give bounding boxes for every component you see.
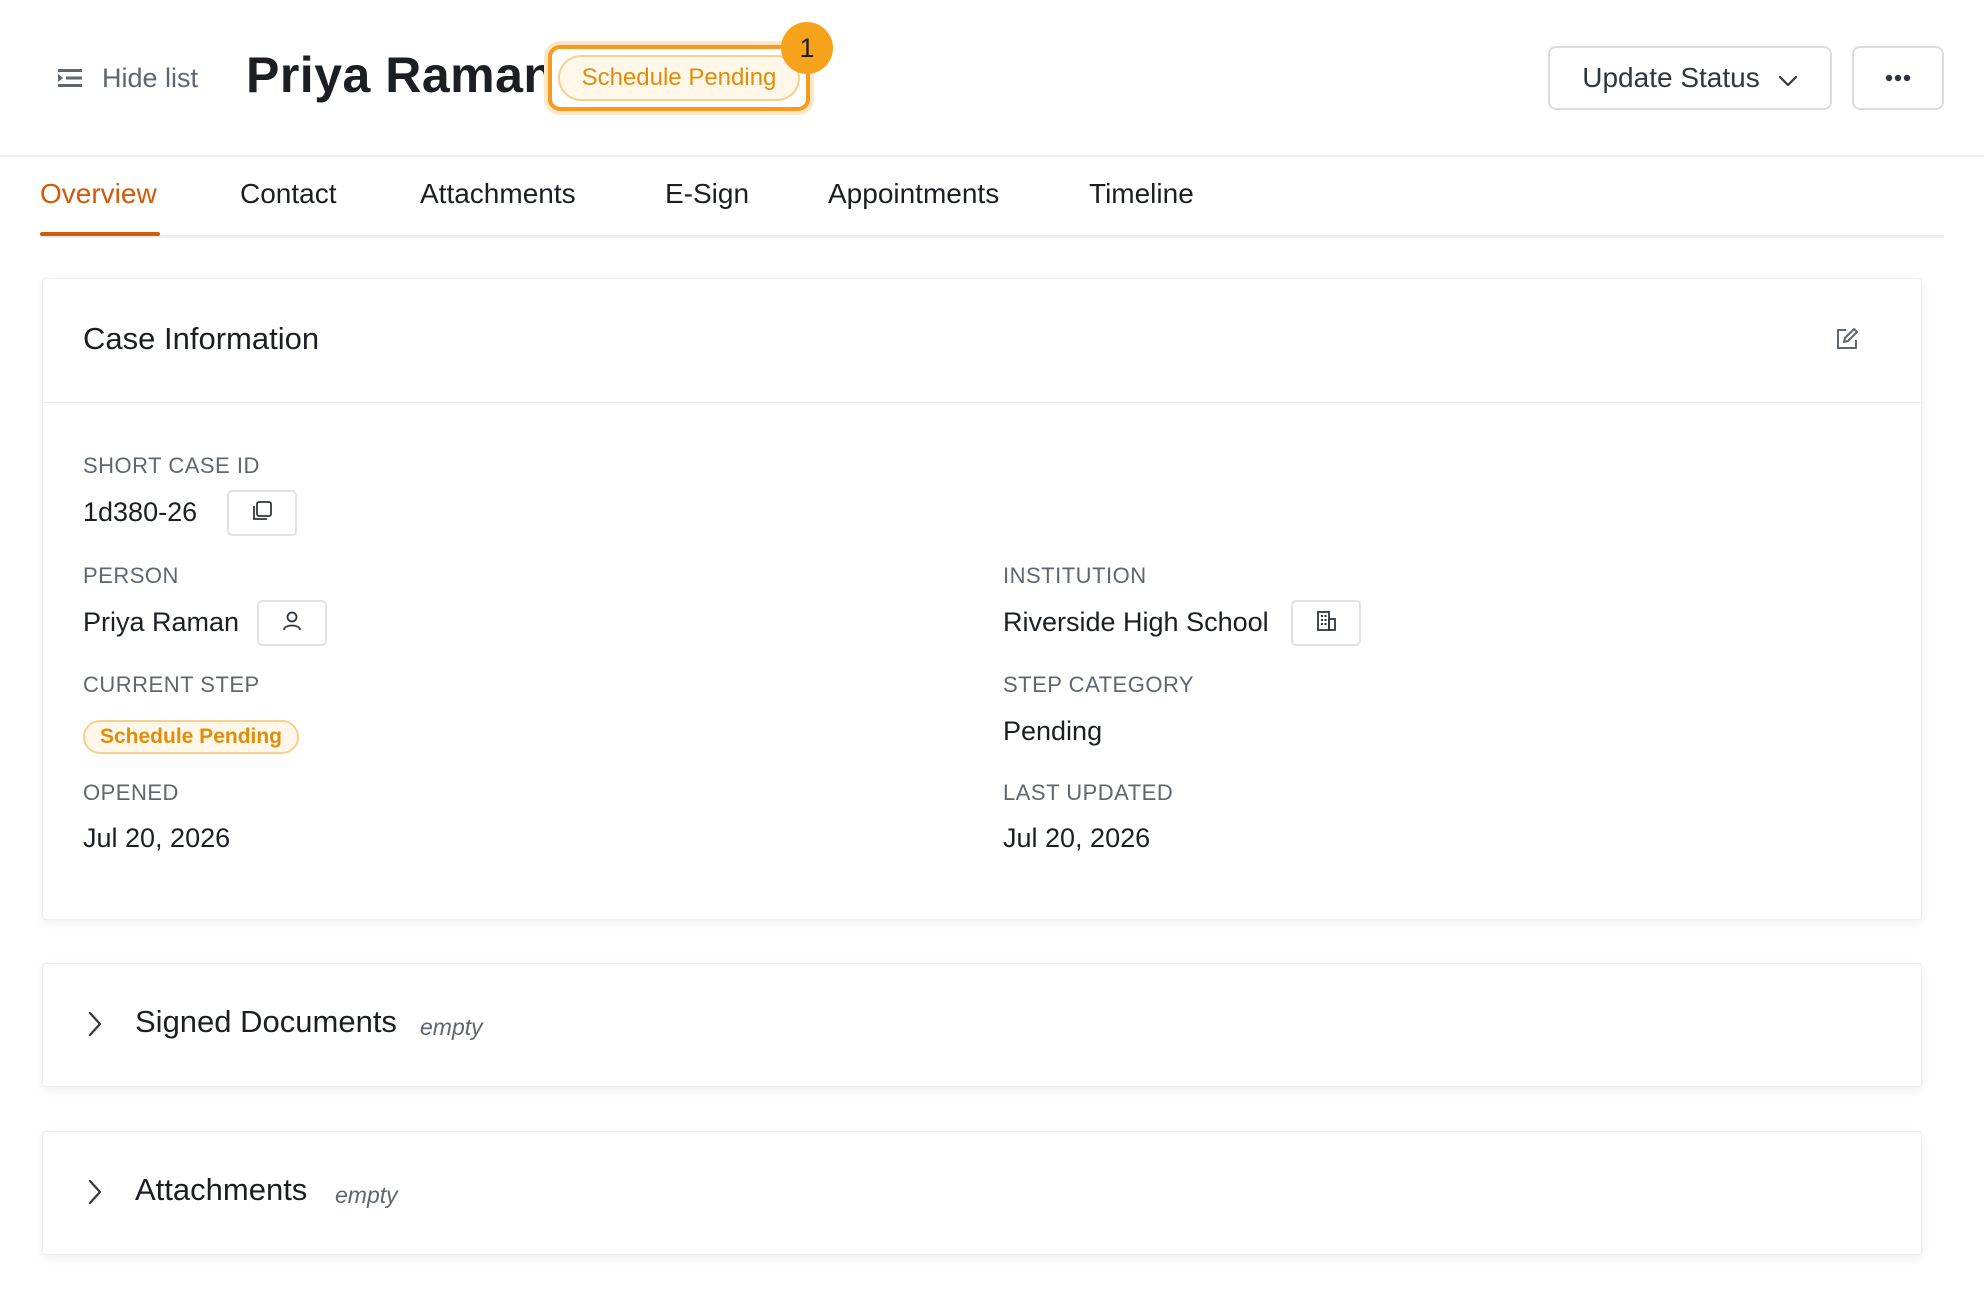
view-institution-button[interactable] (1291, 600, 1361, 646)
current-step-badge: Schedule Pending (83, 720, 299, 754)
tab-attachments[interactable]: Attachments (420, 178, 576, 210)
section-title: Signed Documents (135, 1004, 397, 1039)
chevron-right-icon (87, 1178, 103, 1211)
section-empty-label: empty (335, 1182, 398, 1208)
section-title: Attachments (135, 1172, 308, 1207)
tab-bar: Overview Contact Attachments E-Sign Appo… (40, 158, 1944, 238)
short-case-id-value: 1d380-26 (83, 497, 198, 527)
short-case-id-label: SHORT CASE ID (83, 453, 260, 478)
opened-label: OPENED (83, 780, 179, 805)
active-tab-indicator (40, 232, 160, 236)
view-person-button[interactable] (257, 600, 327, 646)
card-header: Case Information (43, 279, 1921, 403)
hide-list-button[interactable]: Hide list (58, 56, 198, 100)
step-category-value: Pending (1003, 716, 1103, 746)
current-step-label: CURRENT STEP (83, 672, 260, 697)
person-value: Priya Raman (83, 607, 240, 637)
case-information-card: Case Information SHORT CASE ID 1d380-26 … (42, 278, 1922, 920)
copy-case-id-button[interactable] (227, 490, 297, 536)
tab-contact[interactable]: Contact (240, 178, 337, 210)
opened-value: Jul 20, 2026 (83, 823, 231, 853)
tab-appointments[interactable]: Appointments (828, 178, 999, 210)
more-actions-button[interactable] (1852, 46, 1944, 110)
update-status-label: Update Status (1582, 62, 1760, 93)
notification-count-badge: 1 (781, 22, 833, 74)
tab-overview[interactable]: Overview (40, 178, 157, 210)
copy-icon (251, 500, 273, 527)
section-empty-label: empty (420, 1014, 483, 1040)
page-title: Priya Raman (246, 47, 555, 103)
tab-e-sign[interactable]: E-Sign (665, 178, 749, 210)
edit-icon (1834, 326, 1860, 357)
hide-list-label: Hide list (102, 62, 199, 93)
institution-value: Riverside High School (1003, 607, 1269, 637)
last-updated-value: Jul 20, 2026 (1003, 823, 1151, 853)
update-status-button[interactable]: Update Status (1548, 46, 1832, 110)
page-header: Hide list Priya Raman Schedule Pending 1… (0, 0, 1984, 157)
list-collapse-icon (58, 67, 84, 89)
user-icon (281, 610, 303, 637)
person-label: PERSON (83, 563, 179, 588)
edit-button[interactable] (1829, 323, 1865, 359)
last-updated-label: LAST UPDATED (1003, 780, 1174, 805)
institution-label: INSTITUTION (1003, 563, 1147, 588)
signed-documents-section[interactable]: Signed Documents empty (42, 963, 1922, 1087)
chevron-right-icon (87, 1010, 103, 1043)
more-horizontal-icon (1885, 69, 1911, 87)
chevron-down-icon (1778, 62, 1798, 94)
card-title: Case Information (83, 321, 320, 356)
status-badge[interactable]: Schedule Pending (558, 55, 800, 101)
building-icon (1315, 610, 1337, 637)
tab-timeline[interactable]: Timeline (1089, 178, 1194, 210)
attachments-section[interactable]: Attachments empty (42, 1131, 1922, 1255)
step-category-label: STEP CATEGORY (1003, 672, 1195, 697)
